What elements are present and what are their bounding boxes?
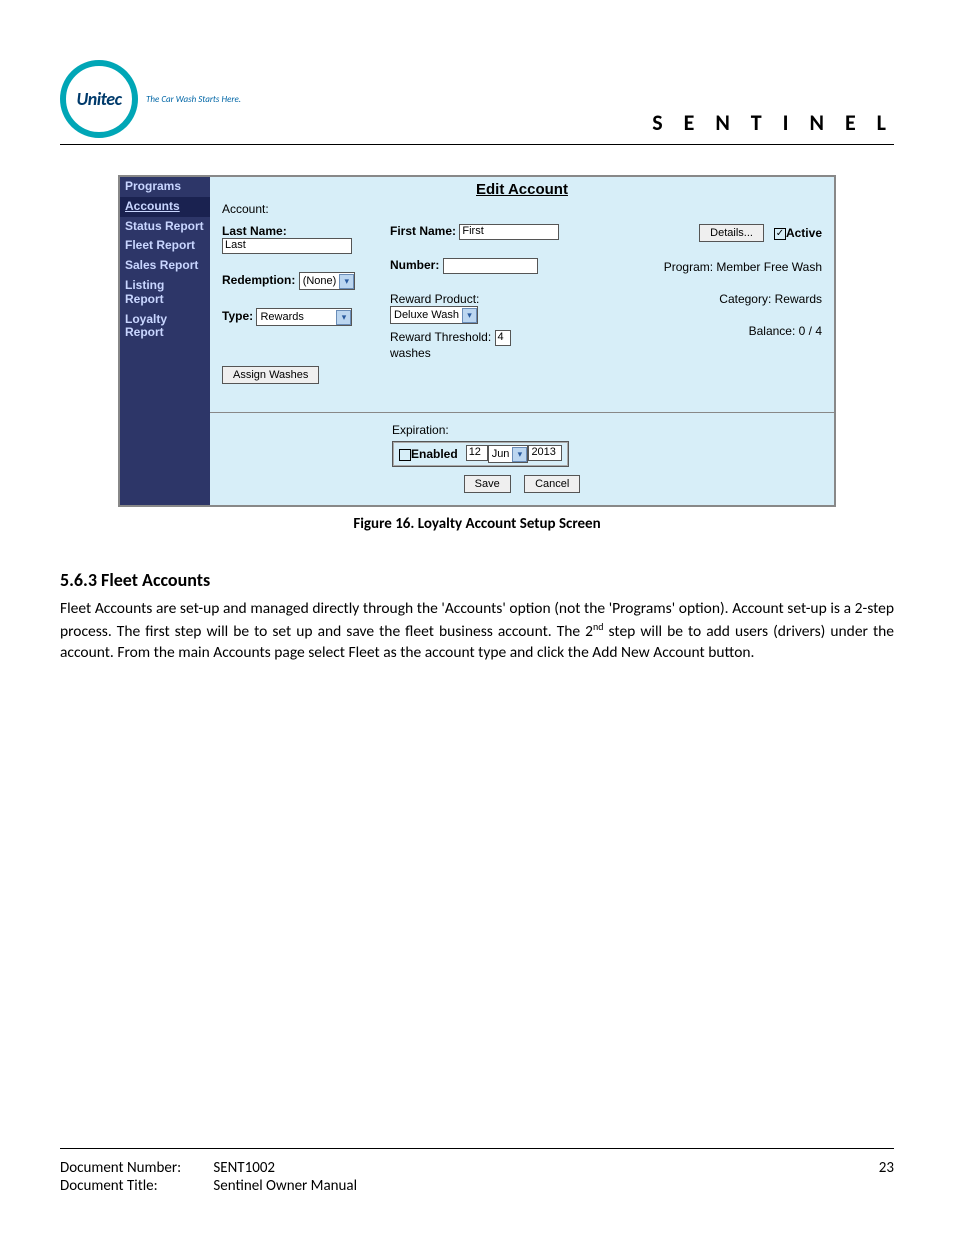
type-select[interactable]: Rewards ▾	[256, 308, 352, 326]
edit-account-screenshot: Programs Accounts Status Report Fleet Re…	[118, 175, 836, 507]
chevron-down-icon: ▾	[512, 447, 527, 462]
exp-day-field[interactable]: 12	[466, 445, 488, 461]
figure-caption: Figure 16. Loyalty Account Setup Screen	[60, 515, 894, 533]
divider	[210, 412, 834, 413]
main-panel: Edit Account Account: Last Name: Last Re…	[210, 177, 834, 505]
type-value: Rewards	[260, 311, 303, 323]
first-name-label: First Name:	[390, 224, 456, 238]
redemption-select[interactable]: (None) ▾	[299, 272, 356, 290]
chevron-down-icon: ▾	[339, 274, 354, 289]
sidebar-item-status-report[interactable]: Status Report	[120, 217, 210, 237]
save-button[interactable]: Save	[464, 475, 511, 493]
tagline: The Car Wash Starts Here.	[146, 94, 241, 105]
reward-threshold-field[interactable]: 4	[495, 330, 511, 346]
sidebar-item-loyalty-report[interactable]: Loyalty Report	[120, 310, 210, 344]
expiration-row: Enabled 12 Jun ▾ 2013	[392, 441, 569, 467]
number-field[interactable]	[443, 258, 538, 274]
chevron-down-icon: ▾	[462, 308, 477, 323]
body-paragraph: Fleet Accounts are set-up and managed di…	[60, 599, 894, 664]
sidebar: Programs Accounts Status Report Fleet Re…	[120, 177, 210, 505]
sidebar-item-fleet-report[interactable]: Fleet Report	[120, 236, 210, 256]
reward-product-value: Deluxe Wash	[394, 309, 459, 321]
superscript: nd	[593, 620, 604, 633]
redemption-value: (None)	[303, 275, 337, 287]
redemption-label: Redemption:	[222, 273, 295, 287]
page-header: Unitec The Car Wash Starts Here. S E N T…	[60, 60, 894, 145]
account-label: Account:	[222, 202, 822, 216]
unitec-logo-icon: Unitec	[60, 60, 138, 138]
exp-month-select[interactable]: Jun ▾	[488, 445, 529, 463]
reward-threshold-label: Reward Threshold:	[390, 330, 491, 344]
cancel-button[interactable]: Cancel	[524, 475, 580, 493]
logo-block: Unitec The Car Wash Starts Here.	[60, 60, 241, 138]
category-value: Category: Rewards	[642, 292, 822, 306]
last-name-field[interactable]: Last	[222, 238, 352, 254]
checkbox-empty-icon	[399, 449, 411, 461]
doc-number-label: Document Number:	[60, 1159, 210, 1177]
page-number: 23	[879, 1159, 894, 1195]
sidebar-item-accounts[interactable]: Accounts	[120, 197, 210, 217]
reward-product-label: Reward Product:	[390, 292, 624, 306]
number-label: Number:	[390, 258, 439, 272]
exp-month-value: Jun	[492, 448, 510, 460]
panel-title: Edit Account	[222, 181, 822, 198]
doc-title-label: Document Title:	[60, 1177, 210, 1195]
type-label: Type:	[222, 309, 253, 323]
active-label: Active	[786, 226, 822, 240]
page-footer: Document Number: SENT1002 Document Title…	[60, 1148, 894, 1195]
expiration-label: Expiration:	[392, 423, 822, 437]
last-name-label: Last Name:	[222, 224, 372, 238]
program-value: Program: Member Free Wash	[642, 260, 822, 274]
doc-number-value: SENT1002	[213, 1159, 275, 1177]
logo-text: Unitec	[77, 88, 122, 110]
exp-year-field[interactable]: 2013	[528, 445, 562, 461]
reward-threshold-suffix: washes	[390, 346, 624, 360]
enabled-checkbox-wrap[interactable]: Enabled	[399, 447, 458, 461]
balance-value: Balance: 0 / 4	[642, 324, 822, 338]
assign-washes-button[interactable]: Assign Washes	[222, 366, 319, 384]
active-checkbox-wrap[interactable]: ✓Active	[774, 226, 822, 240]
sidebar-item-sales-report[interactable]: Sales Report	[120, 256, 210, 276]
details-button[interactable]: Details...	[699, 224, 764, 242]
section-heading: 5.6.3 Fleet Accounts	[60, 569, 894, 591]
checkbox-checked-icon: ✓	[774, 228, 786, 240]
chevron-down-icon: ▾	[336, 310, 351, 325]
reward-product-select[interactable]: Deluxe Wash ▾	[390, 306, 478, 324]
first-name-field[interactable]: First	[459, 224, 559, 240]
sidebar-item-listing-report[interactable]: Listing Report	[120, 276, 210, 310]
product-name: S E N T I N E L	[652, 109, 894, 138]
doc-title-value: Sentinel Owner Manual	[213, 1177, 357, 1195]
sidebar-item-programs[interactable]: Programs	[120, 177, 210, 197]
enabled-label: Enabled	[411, 447, 458, 461]
